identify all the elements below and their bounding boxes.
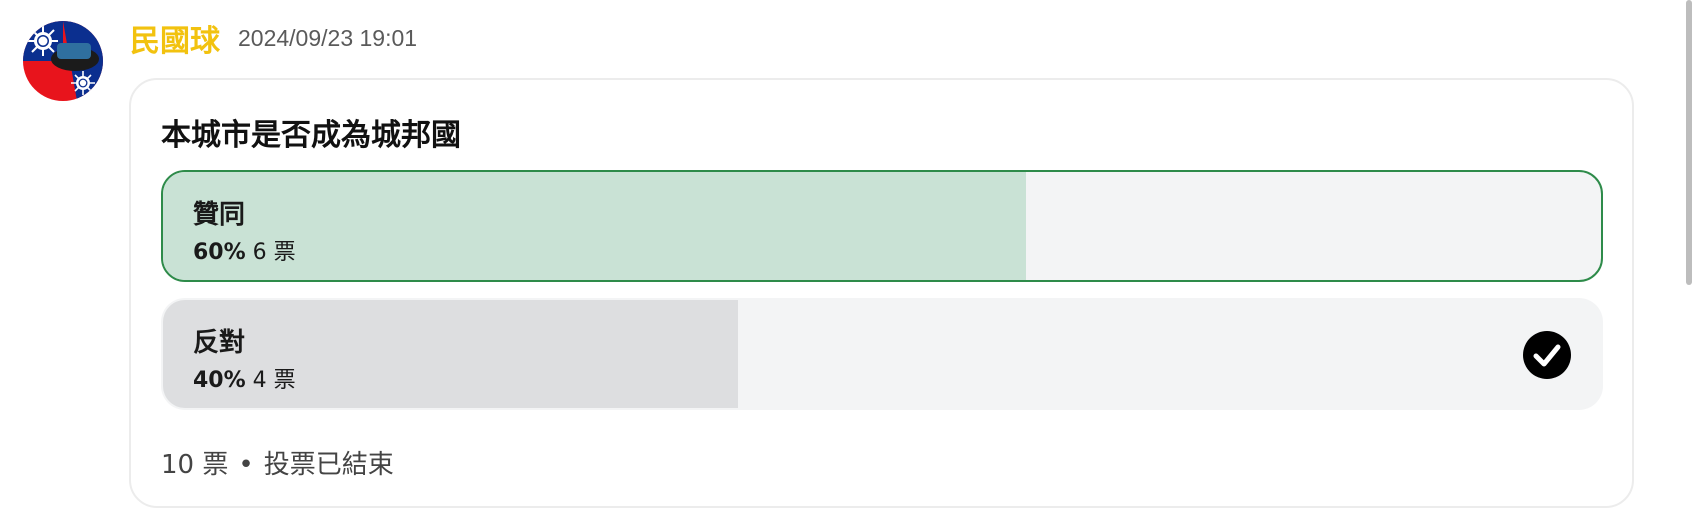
poll-option-stats: 40% 4 票	[193, 362, 296, 394]
poll-option-agree[interactable]: 贊同 60% 6 票	[161, 170, 1603, 282]
taiwan-flag-ball-avatar-icon	[23, 21, 103, 101]
message-header: 民國球 2024/09/23 19:01	[130, 16, 417, 60]
username[interactable]: 民國球	[130, 16, 220, 60]
poll-footer: 10 票 • 投票已結束	[161, 444, 394, 481]
poll-option-votes: 6 票	[252, 240, 296, 265]
checkmark-circle-icon	[1523, 331, 1571, 379]
avatar[interactable]	[23, 21, 103, 101]
poll-card: 本城市是否成為城邦國 贊同 60% 6 票 反對 40% 4 票 10 票 • …	[129, 78, 1634, 508]
poll-option-votes: 4 票	[252, 368, 296, 393]
poll-option-label: 贊同	[193, 200, 246, 230]
poll-total-votes: 10 票	[161, 450, 229, 480]
poll-option-percent: 60%	[193, 240, 246, 265]
poll-message: 民國球 2024/09/23 19:01 本城市是否成為城邦國 贊同 60% 6…	[0, 0, 1696, 509]
timestamp: 2024/09/23 19:01	[238, 24, 418, 51]
poll-option-percent: 40%	[193, 368, 246, 393]
poll-option-label: 反對	[193, 328, 246, 358]
scrollbar[interactable]	[1686, 0, 1692, 285]
separator: •	[238, 450, 254, 480]
poll-status: 投票已結束	[263, 450, 394, 480]
poll-option-stats: 60% 6 票	[193, 234, 296, 266]
poll-option-disagree[interactable]: 反對 40% 4 票	[161, 298, 1603, 410]
poll-question: 本城市是否成為城邦國	[161, 118, 461, 153]
